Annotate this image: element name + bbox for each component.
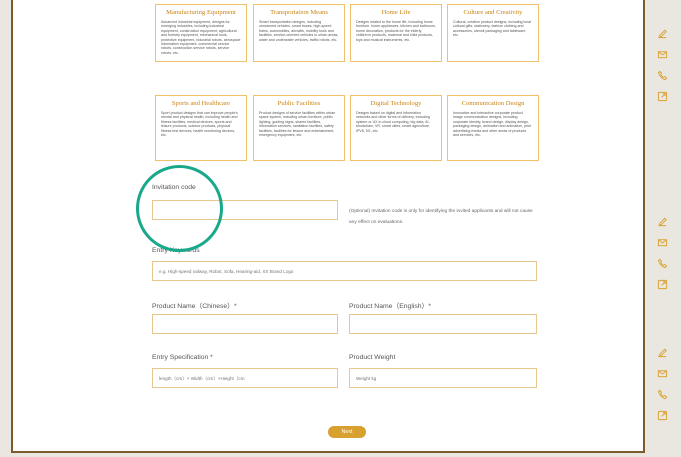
mail-icon[interactable] [655,235,669,249]
floating-toolbar-bottom [655,345,671,429]
product-weight-input[interactable] [349,368,537,388]
floating-toolbar-middle [655,214,671,298]
category-title: Public Facilities [277,100,321,107]
phone-icon[interactable] [655,387,669,401]
category-card-public-facilities[interactable]: Public Facilities Product designs of ser… [253,95,345,161]
category-description: Designs related to the home life, includ… [356,20,436,42]
category-card-transportation[interactable]: Transportation Means Smart transportatio… [253,4,345,62]
category-title: Digital Technology [370,100,422,107]
category-title: Manufacturing Equipment [166,9,236,16]
invitation-code-note: (Optional) Invitation code is only for i… [349,209,533,225]
phone-icon[interactable] [655,256,669,270]
entry-specification-label: Entry Specification * [152,354,213,361]
external-link-icon[interactable] [655,408,669,422]
category-title: Transportation Means [270,9,328,16]
category-title: Home Life [381,9,411,16]
category-description: Designs based on digital and information… [356,111,430,133]
product-name-chinese-label: Product Name（Chinese）* [152,303,237,310]
category-card-sports[interactable]: Sports and Healthcare Sport product desi… [155,95,247,161]
category-card-home-life[interactable]: Home Life Designs related to the home li… [350,4,442,62]
category-title: Communication Design [461,100,525,107]
category-card-manufacturing[interactable]: Manufacturing Equipment Advanced industr… [155,4,247,62]
category-card-culture[interactable]: Culture and Creativity Cultural, creativ… [447,4,539,62]
edit-icon[interactable] [655,345,669,359]
edit-icon[interactable] [655,214,669,228]
category-title: Sports and Healthcare [171,100,231,107]
highlight-circle [136,165,223,252]
category-title: Culture and Creativity [463,9,523,16]
product-name-english-label: Product Name（English）* [349,303,431,310]
category-description: Product designs of service facilities wi… [259,111,336,138]
category-description: Sport product designs that can improve p… [161,111,238,138]
category-description: Advanced industrial equipment, designs f… [161,20,241,55]
next-button[interactable]: Next [328,426,366,438]
entry-specification-input[interactable] [152,368,338,388]
category-card-digital-technology[interactable]: Digital Technology Designs based on digi… [350,95,442,161]
entry-keywords-input[interactable] [152,261,537,281]
mail-icon[interactable] [655,47,669,61]
category-description: Innovative and interactive corporate pro… [453,111,532,138]
category-description: Smart transportation designs, including … [259,20,339,42]
application-form-panel: Manufacturing Equipment Advanced industr… [11,0,645,453]
category-card-communication-design[interactable]: Communication Design Innovative and inte… [447,95,539,161]
product-name-chinese-input[interactable] [152,314,338,334]
phone-icon[interactable] [655,68,669,82]
product-weight-label: Product Weight [349,354,396,361]
external-link-icon[interactable] [655,89,669,103]
floating-toolbar-top [655,26,671,110]
category-description: Cultural, creative product designs, incl… [453,20,531,38]
external-link-icon[interactable] [655,277,669,291]
mail-icon[interactable] [655,366,669,380]
product-name-english-input[interactable] [349,314,537,334]
edit-icon[interactable] [655,26,669,40]
